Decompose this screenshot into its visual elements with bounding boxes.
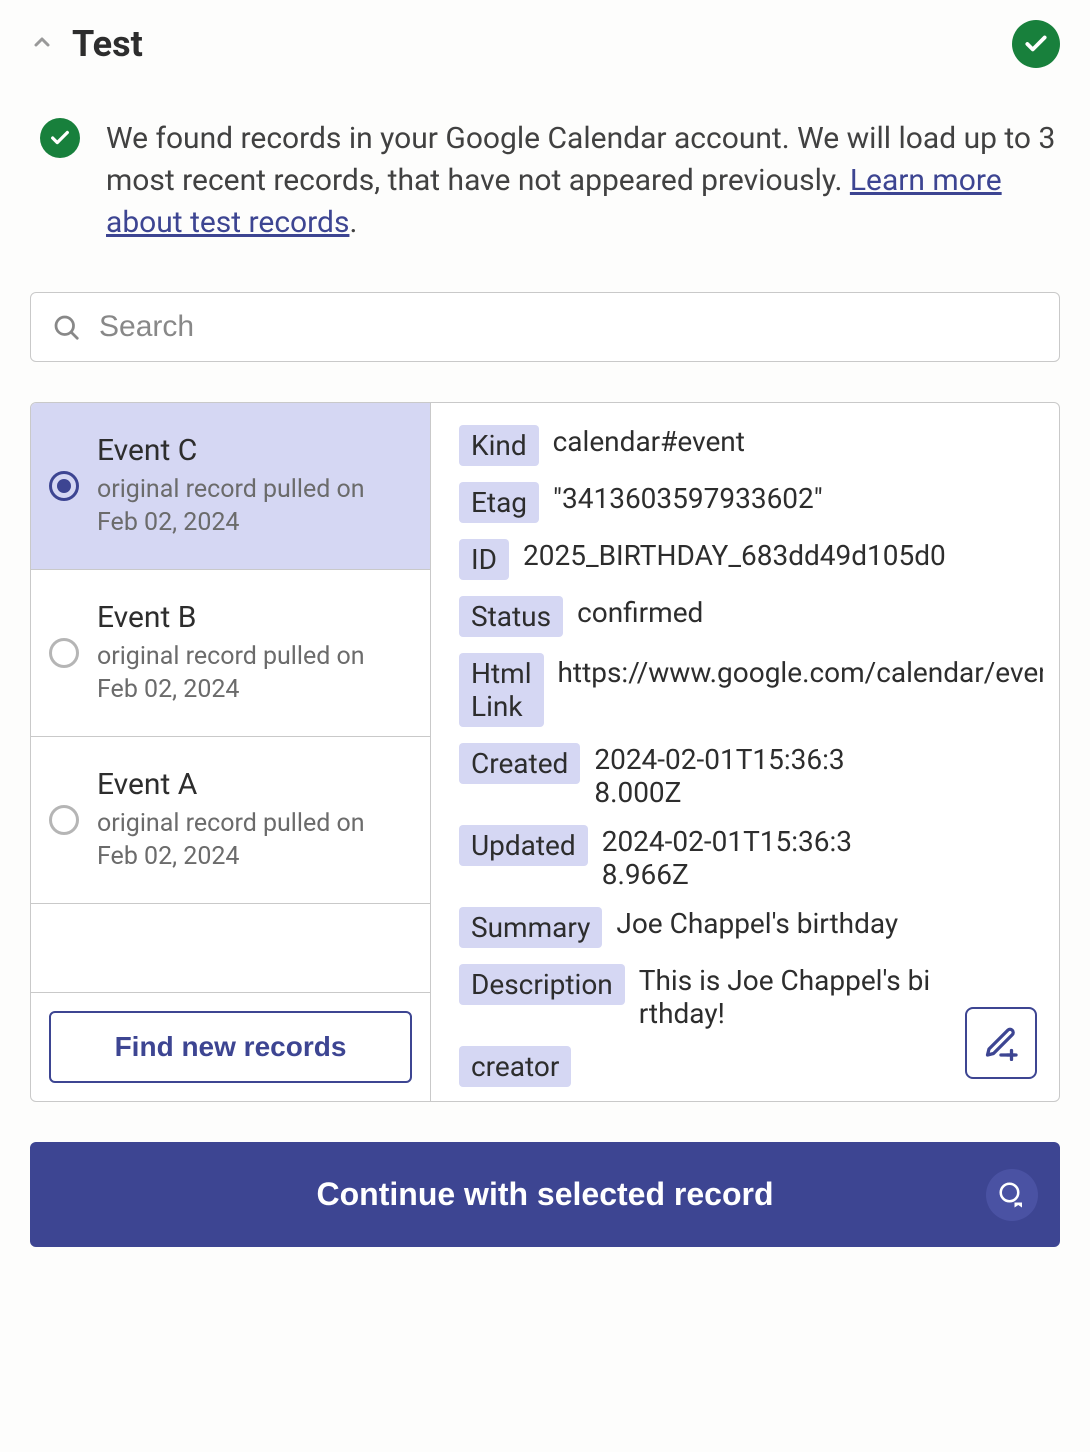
continue-button[interactable]: Continue with selected record [30, 1142, 1060, 1247]
field-value: "3413603597933602" [553, 482, 823, 515]
record-title: Event A [97, 767, 410, 802]
radio-icon [49, 638, 79, 668]
field-label: Html Link [459, 653, 544, 727]
record-subtitle: original record pulled on Feb 02, 2024 [97, 641, 410, 706]
field-value: 2024-02-01T15:36:38.966Z [602, 825, 862, 891]
section-title: Test [72, 23, 143, 65]
field-row-id: ID 2025_BIRTHDAY_683dd49d105d0 [459, 539, 1043, 580]
records-panel: Event C original record pulled on Feb 02… [30, 402, 1060, 1102]
field-row-htmllink: Html Link https://www.google.com/calenda… [459, 653, 1043, 727]
info-message: We found records in your Google Calendar… [30, 118, 1060, 244]
field-label: Updated [459, 825, 588, 866]
record-title: Event C [97, 433, 410, 468]
field-row-kind: Kind calendar#event [459, 425, 1043, 466]
field-row-creator: creator [459, 1046, 1043, 1087]
record-subtitle: original record pulled on Feb 02, 2024 [97, 808, 410, 873]
help-chat-icon[interactable] [986, 1169, 1038, 1221]
radio-icon [49, 471, 79, 501]
field-label: Etag [459, 482, 539, 523]
field-label: Created [459, 743, 580, 784]
record-item[interactable]: Event C original record pulled on Feb 02… [31, 403, 430, 570]
field-label: Description [459, 964, 625, 1005]
find-new-records-button[interactable]: Find new records [49, 1011, 412, 1083]
record-item[interactable]: Event A original record pulled on Feb 02… [31, 737, 430, 904]
pencil-plus-icon [983, 1025, 1019, 1061]
radio-icon [49, 805, 79, 835]
success-check-icon [40, 118, 80, 158]
field-value: calendar#event [553, 425, 745, 458]
section-header: Test [30, 20, 1060, 68]
continue-button-label: Continue with selected record [317, 1176, 774, 1212]
field-row-created: Created 2024-02-01T15:36:38.000Z [459, 743, 1043, 809]
field-row-summary: Summary Joe Chappel's birthday [459, 907, 1043, 948]
field-label: Summary [459, 907, 602, 948]
field-row-status: Status confirmed [459, 596, 1043, 637]
chevron-up-icon[interactable] [30, 28, 54, 61]
field-row-updated: Updated 2024-02-01T15:36:38.966Z [459, 825, 1043, 891]
field-value: Joe Chappel's birthday [616, 907, 898, 940]
edit-button[interactable] [965, 1007, 1037, 1079]
record-title: Event B [97, 600, 410, 635]
field-value: 2024-02-01T15:36:38.000Z [594, 743, 854, 809]
field-label: creator [459, 1046, 571, 1087]
field-row-etag: Etag "3413603597933602" [459, 482, 1043, 523]
field-value: confirmed [577, 596, 703, 629]
field-value: 2025_BIRTHDAY_683dd49d105d0 [523, 539, 946, 572]
status-success-icon [1012, 20, 1060, 68]
info-text-after: . [349, 205, 357, 240]
field-label: Kind [459, 425, 539, 466]
search-icon [51, 312, 81, 342]
field-label: ID [459, 539, 509, 580]
field-label: Status [459, 596, 563, 637]
record-details-column: Kind calendar#event Etag "34136035979336… [431, 403, 1059, 1101]
search-box[interactable] [30, 292, 1060, 362]
field-value: https://www.google.com/calendar/event?ei… [558, 653, 1044, 692]
field-value: This is Joe Chappel's birthday! [639, 964, 939, 1030]
record-item[interactable]: Event B original record pulled on Feb 02… [31, 570, 430, 737]
records-list-column: Event C original record pulled on Feb 02… [31, 403, 431, 1101]
field-row-description: Description This is Joe Chappel's birthd… [459, 964, 1043, 1030]
search-input[interactable] [97, 309, 1039, 345]
record-subtitle: original record pulled on Feb 02, 2024 [97, 474, 410, 539]
